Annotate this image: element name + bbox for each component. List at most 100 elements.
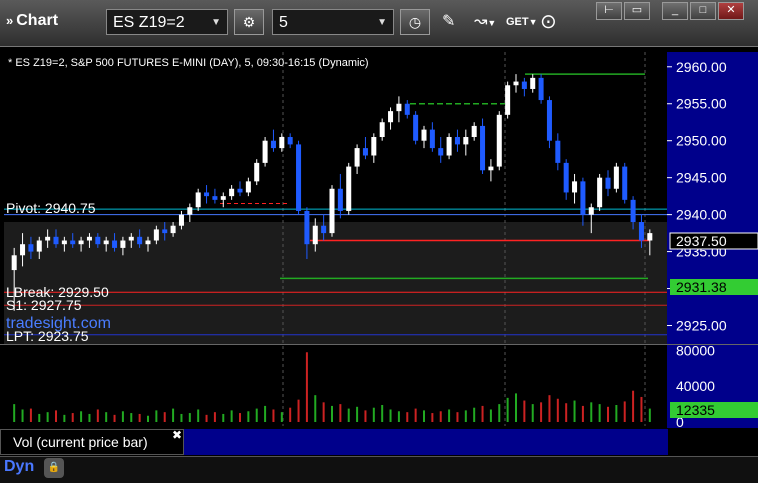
volume-plot-background	[4, 345, 667, 428]
candle-body	[630, 199, 636, 223]
volume-bar	[456, 412, 459, 422]
lpt-label: LPT: 2923.75	[6, 328, 89, 344]
interval-combobox[interactable]: 5 ▼	[272, 9, 394, 35]
candle-body	[613, 166, 619, 189]
volume-bar	[180, 413, 183, 422]
candle-body	[647, 233, 653, 241]
candle-body	[388, 111, 394, 123]
volume-bar	[88, 413, 91, 422]
candle	[622, 162, 628, 204]
chevron-down-icon[interactable]: ▼	[377, 10, 387, 36]
minimize-button[interactable]: _	[662, 2, 688, 20]
candle-body	[404, 103, 410, 115]
volume-bar	[205, 414, 208, 422]
close-window-button[interactable]: ✕	[718, 2, 744, 20]
get-data-button[interactable]: GET▼	[506, 9, 538, 35]
volume-bar	[439, 411, 442, 422]
price-tick-label: 2960.00	[676, 59, 727, 75]
candle-body	[53, 236, 59, 245]
draw-tool-button[interactable]: ✎	[442, 9, 455, 35]
candle	[346, 162, 352, 215]
toolbar: » Chart ES Z19=2 ▼ ⚙ 5 ▼ ◷ ✎ ↝▼ GET▼ ⊙ ⊢ ▭ …	[0, 0, 758, 47]
candle-body	[220, 196, 226, 200]
volume-bar	[29, 408, 32, 422]
link-button[interactable]: ▭	[624, 2, 650, 20]
volume-bar	[297, 399, 300, 422]
candle-body	[538, 77, 544, 101]
volume-bar	[289, 407, 292, 422]
candle-body	[454, 137, 460, 145]
time-button[interactable]: ◷	[400, 9, 430, 35]
candle-body	[237, 188, 243, 193]
volume-bar	[464, 410, 467, 422]
lock-icon[interactable]: 🔒	[44, 458, 64, 478]
studies-button[interactable]: ↝▼	[474, 9, 496, 35]
app-title: » Chart	[6, 12, 59, 29]
volume-bar	[632, 390, 635, 422]
symbol-combobox[interactable]: ES Z19=2 ▼	[106, 9, 228, 35]
candle-body	[312, 225, 318, 245]
close-icon[interactable]: ✖	[172, 428, 182, 442]
minimize-icon: _	[671, 4, 679, 16]
candle-body	[279, 137, 285, 149]
volume-bar	[615, 405, 618, 422]
candle-body	[112, 240, 118, 248]
volume-bar	[255, 408, 258, 422]
candle-body	[505, 85, 511, 115]
volume-bar	[531, 404, 534, 422]
candle	[505, 81, 511, 119]
volume-tick-label: 80000	[676, 342, 715, 358]
volume-bar	[38, 413, 41, 422]
candle-body	[229, 188, 235, 197]
candle-body	[28, 244, 34, 252]
volume-bar	[264, 405, 267, 422]
candle-body	[178, 214, 184, 226]
volume-bar	[155, 410, 158, 422]
chevron-down-icon: ▼	[528, 17, 538, 27]
candle-body	[337, 188, 343, 211]
candle-body	[371, 137, 377, 156]
candle-body	[379, 122, 385, 138]
volume-bar	[414, 408, 417, 422]
volume-bar	[105, 412, 108, 422]
candle	[496, 111, 502, 171]
volume-study-legend[interactable]: Vol (current price bar)	[0, 429, 184, 455]
chevron-down-icon[interactable]: ▼	[211, 10, 221, 36]
volume-bar	[63, 414, 66, 422]
maximize-button[interactable]: □	[690, 2, 716, 20]
price-tick-label: 2925.00	[676, 318, 727, 334]
volume-tag: 12335	[676, 402, 715, 418]
volume-bar	[305, 352, 308, 422]
candle-body	[446, 137, 452, 156]
candle-body	[170, 225, 176, 234]
candle-body	[321, 225, 327, 234]
settings-button[interactable]: ⚙	[234, 9, 264, 35]
candle-body	[622, 166, 628, 200]
circle-arrow-icon: ⊙	[540, 11, 557, 33]
volume-bar	[339, 404, 342, 422]
candle-body	[162, 229, 168, 234]
candle-body	[212, 196, 218, 200]
volume-bar	[322, 402, 325, 422]
volume-bar	[397, 411, 400, 422]
candle-body	[296, 144, 302, 211]
volume-bar	[489, 409, 492, 422]
candle	[413, 111, 419, 145]
more-options-button[interactable]: ⊙	[540, 9, 557, 35]
chevron-double-right-icon: »	[6, 13, 14, 28]
volume-bar	[623, 401, 626, 422]
last-price-tag: 2937.50	[676, 233, 727, 249]
candle-body	[555, 140, 561, 163]
price-tick-label: 2940.00	[676, 207, 727, 223]
legend-strip	[184, 429, 668, 455]
volume-bar	[213, 412, 216, 422]
candle-body	[128, 236, 134, 241]
pin-button[interactable]: ⊢	[596, 2, 622, 20]
volume-bar	[13, 404, 16, 422]
volume-bar	[71, 413, 74, 422]
dynamic-mode-indicator[interactable]: Dyn	[4, 458, 34, 476]
volume-bar	[473, 407, 476, 422]
candle-body	[572, 181, 578, 193]
volume-tick-label: 40000	[676, 378, 715, 394]
volume-bar	[540, 402, 543, 422]
